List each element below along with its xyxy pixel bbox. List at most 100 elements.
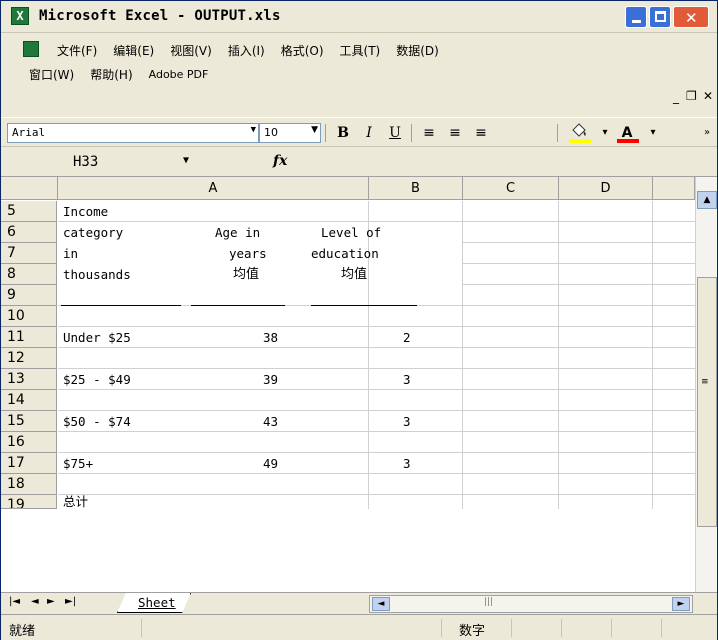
excel-icon[interactable]: X (11, 7, 29, 25)
gridline (463, 242, 695, 243)
cell-a11-age: 38 (263, 330, 279, 345)
row-header-12[interactable]: 12 (1, 348, 57, 369)
font-size-select[interactable]: 10 ▼ (259, 123, 321, 143)
menu-insert[interactable]: 插入(I) (220, 42, 273, 59)
menu-file[interactable]: 文件(F) (49, 42, 105, 59)
row-header-17[interactable]: 17 (1, 453, 57, 474)
row-header-6[interactable]: 6 (1, 222, 57, 243)
font-color-dropdown[interactable]: ▾ (641, 122, 665, 144)
gridline (58, 473, 695, 474)
cell-b6: Level of (321, 225, 382, 240)
status-num-lock: 数字 (459, 624, 486, 639)
align-center-button[interactable]: ≡ (443, 122, 467, 144)
row-header-11[interactable]: 11 (1, 327, 57, 348)
fill-color-dropdown[interactable]: ▾ (593, 122, 617, 144)
cell-a13-age: 39 (263, 372, 279, 387)
menu-format[interactable]: 格式(O) (273, 42, 332, 59)
font-name-value: Arial (12, 126, 46, 139)
column-header-d[interactable]: D (559, 177, 653, 200)
menu-adobe-pdf[interactable]: Adobe PDF (141, 68, 217, 81)
menu-edit[interactable]: 编辑(E) (105, 42, 162, 59)
row-header-14[interactable]: 14 (1, 390, 57, 411)
title-bar[interactable]: X Microsoft Excel - OUTPUT.xls ✕ (1, 1, 717, 33)
menu-view[interactable]: 视图(V) (162, 42, 220, 59)
formatting-toolbar: Arial ▼ 10 ▼ B I U ≡ ≡ ≡ ▾ A ▾ » (1, 117, 717, 147)
vertical-scroll-thumb[interactable] (697, 277, 717, 527)
row-header-19[interactable]: 19 (1, 495, 57, 509)
prev-sheet-icon[interactable]: ◄ (31, 596, 39, 607)
toolbar-options-icon[interactable]: » (695, 122, 718, 144)
cell-a8-mean: 均值 (233, 267, 260, 282)
cell-b7: education (311, 246, 379, 261)
close-icon: ✕ (685, 9, 698, 27)
close-button[interactable]: ✕ (673, 6, 709, 28)
workbook-close-icon[interactable]: ✕ (703, 89, 713, 103)
row-header-16[interactable]: 16 (1, 432, 57, 453)
rule-line (191, 305, 285, 306)
next-sheet-icon[interactable]: ► (47, 596, 55, 607)
row-header-5[interactable]: 5 (1, 201, 57, 222)
bold-button[interactable]: B (331, 122, 355, 144)
row-header-10[interactable]: 10 (1, 306, 57, 327)
sheet-tab-bar: |◄ ◄ ► ►| Sheet ◄ ||| ► (1, 592, 717, 614)
align-left-button[interactable]: ≡ (417, 122, 441, 144)
workbook-restore-icon[interactable]: ❐ (686, 89, 697, 103)
column-header-e[interactable] (653, 177, 695, 200)
name-box[interactable]: H33 ▼ (59, 152, 209, 174)
last-sheet-icon[interactable]: ►| (65, 596, 76, 607)
row-header-13[interactable]: 13 (1, 369, 57, 390)
row-header-9[interactable]: 9 (1, 285, 57, 306)
row-header-15[interactable]: 15 (1, 411, 57, 432)
horizontal-scrollbar[interactable]: ◄ ||| ► (369, 595, 693, 613)
sheet-tab-active[interactable]: Sheet (117, 593, 191, 613)
cell-a6-age: Age in (215, 225, 261, 240)
align-right-button[interactable]: ≡ (469, 122, 493, 144)
menu-tools[interactable]: 工具(T) (332, 42, 389, 59)
toolbar-divider (325, 124, 326, 142)
scroll-up-button[interactable]: ▲ (697, 191, 717, 209)
insert-function-icon[interactable]: fx (273, 153, 287, 169)
gridline (558, 201, 559, 509)
underline-button[interactable]: U (383, 122, 407, 144)
column-header-c[interactable]: C (463, 177, 559, 200)
maximize-button[interactable] (649, 6, 671, 28)
font-name-select[interactable]: Arial ▼ (7, 123, 259, 143)
grip-icon: ||| (484, 597, 494, 607)
cell-b8-mean: 均值 (341, 267, 368, 282)
toolbar-divider (411, 124, 412, 142)
fill-color-swatch (569, 139, 591, 143)
cell-a17-label: $75+ (63, 456, 94, 471)
row-header-8[interactable]: 8 (1, 264, 57, 285)
gridline (58, 347, 695, 348)
menu-window[interactable]: 窗口(W) (21, 66, 82, 83)
cell-b17: 3 (403, 456, 411, 471)
menu-help[interactable]: 帮助(H) (82, 66, 140, 83)
status-bar: 就绪 数字 (1, 614, 717, 640)
scroll-left-button[interactable]: ◄ (372, 597, 390, 611)
first-sheet-icon[interactable]: |◄ (9, 596, 20, 607)
italic-button[interactable]: I (357, 122, 381, 144)
column-header-a[interactable]: A (58, 177, 369, 200)
cell-a5: Income (63, 204, 109, 219)
worksheet-grid[interactable]: A B C D 5 6 7 8 9 10 11 12 13 14 15 16 1… (1, 176, 717, 593)
excel-window: X Microsoft Excel - OUTPUT.xls ✕ 文件(F) 编… (0, 0, 718, 640)
status-ready: 就绪 (9, 624, 36, 639)
status-divider (661, 619, 662, 637)
cell-a19-label: 总计 (63, 495, 89, 509)
gridline (462, 201, 463, 509)
select-all-corner[interactable] (1, 177, 58, 200)
cell-b15: 3 (403, 414, 411, 429)
column-header-b[interactable]: B (369, 177, 463, 200)
name-box-value: H33 (73, 154, 99, 170)
minimize-button[interactable] (625, 6, 647, 28)
gridline (463, 263, 695, 264)
row-header-18[interactable]: 18 (1, 474, 57, 495)
gridline (58, 326, 695, 327)
formula-input[interactable] (301, 152, 711, 174)
vertical-scrollbar[interactable]: ▲ ≡ (695, 177, 717, 593)
row-header-7[interactable]: 7 (1, 243, 57, 264)
scroll-right-button[interactable]: ► (672, 597, 690, 611)
menu-data[interactable]: 数据(D) (388, 42, 447, 59)
gridline (58, 389, 695, 390)
workbook-minimize-icon[interactable]: _ (673, 90, 679, 104)
